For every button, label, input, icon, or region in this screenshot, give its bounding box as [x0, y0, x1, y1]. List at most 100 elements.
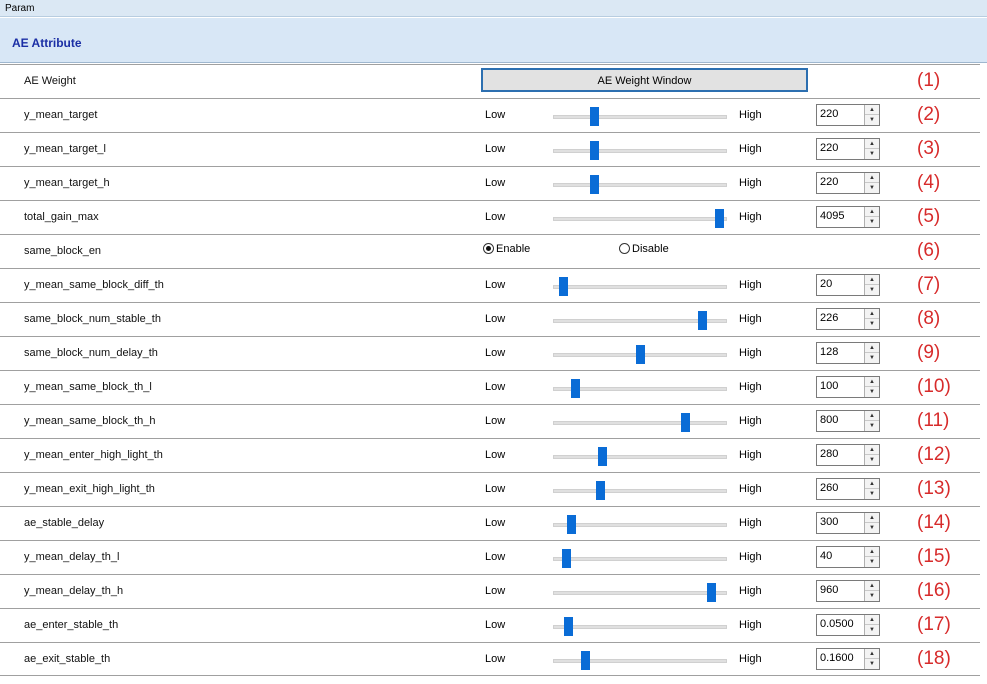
value-input[interactable] [817, 515, 863, 529]
spin-down-icon[interactable]: ▼ [865, 319, 879, 329]
spin-buttons[interactable]: ▲ ▼ [864, 309, 879, 329]
value-spinbox[interactable]: ▲▼ [816, 342, 880, 364]
spin-down-icon[interactable]: ▼ [865, 387, 879, 397]
value-input[interactable] [817, 447, 863, 461]
spin-up-icon[interactable]: ▲ [865, 309, 879, 319]
slider-thumb[interactable] [681, 413, 690, 432]
slider-track[interactable] [553, 583, 727, 602]
spin-buttons[interactable]: ▲ ▼ [864, 105, 879, 125]
spin-down-icon[interactable]: ▼ [865, 149, 879, 159]
enable-radio[interactable]: Enable [483, 243, 530, 255]
value-spinbox[interactable]: ▲▼ [816, 138, 880, 160]
value-spinbox[interactable]: ▲▼ [816, 580, 880, 602]
spin-down-icon[interactable]: ▼ [865, 625, 879, 635]
value-spinbox[interactable]: ▲▼ [816, 308, 880, 330]
slider-track[interactable] [553, 107, 727, 126]
slider-thumb[interactable] [598, 447, 607, 466]
spin-buttons[interactable]: ▲ ▼ [864, 479, 879, 499]
slider-track[interactable] [553, 651, 727, 670]
value-input[interactable] [817, 617, 863, 631]
spin-buttons[interactable]: ▲ ▼ [864, 377, 879, 397]
spin-up-icon[interactable]: ▲ [865, 547, 879, 557]
spin-up-icon[interactable]: ▲ [865, 173, 879, 183]
slider-thumb[interactable] [590, 141, 599, 160]
spin-buttons[interactable]: ▲ ▼ [864, 411, 879, 431]
slider-track[interactable] [553, 209, 727, 228]
value-input[interactable] [817, 379, 863, 393]
spin-up-icon[interactable]: ▲ [865, 105, 879, 115]
spin-down-icon[interactable]: ▼ [865, 353, 879, 363]
value-spinbox[interactable]: ▲▼ [816, 410, 880, 432]
slider-track[interactable] [553, 447, 727, 466]
spin-buttons[interactable]: ▲ ▼ [864, 173, 879, 193]
slider-track[interactable] [553, 141, 727, 160]
slider-track[interactable] [553, 379, 727, 398]
slider-track[interactable] [553, 277, 727, 296]
spin-up-icon[interactable]: ▲ [865, 139, 879, 149]
slider-track[interactable] [553, 481, 727, 500]
slider-thumb[interactable] [564, 617, 573, 636]
value-spinbox[interactable]: ▲▼ [816, 614, 880, 636]
spin-down-icon[interactable]: ▼ [865, 183, 879, 193]
value-spinbox[interactable]: ▲▼ [816, 546, 880, 568]
spin-up-icon[interactable]: ▲ [865, 445, 879, 455]
spin-up-icon[interactable]: ▲ [865, 513, 879, 523]
value-input[interactable] [817, 413, 863, 427]
slider-track[interactable] [553, 549, 727, 568]
spin-buttons[interactable]: ▲ ▼ [864, 343, 879, 363]
spin-up-icon[interactable]: ▲ [865, 377, 879, 387]
spin-buttons[interactable]: ▲ ▼ [864, 513, 879, 533]
slider-thumb[interactable] [698, 311, 707, 330]
spin-buttons[interactable]: ▲ ▼ [864, 275, 879, 295]
spin-up-icon[interactable]: ▲ [865, 479, 879, 489]
slider-thumb[interactable] [571, 379, 580, 398]
spin-down-icon[interactable]: ▼ [865, 523, 879, 533]
value-input[interactable] [817, 345, 863, 359]
spin-buttons[interactable]: ▲ ▼ [864, 581, 879, 601]
value-input[interactable] [817, 583, 863, 597]
value-input[interactable] [817, 481, 863, 495]
slider-thumb[interactable] [707, 583, 716, 602]
value-spinbox[interactable]: ▲▼ [816, 444, 880, 466]
spin-down-icon[interactable]: ▼ [865, 557, 879, 567]
section-header-ae-attribute[interactable]: AE Attribute [0, 18, 987, 63]
radio-selected-icon[interactable] [483, 243, 494, 254]
slider-track[interactable] [553, 617, 727, 636]
slider-thumb[interactable] [715, 209, 724, 228]
disable-radio[interactable]: Disable [619, 243, 669, 255]
spin-up-icon[interactable]: ▲ [865, 615, 879, 625]
slider-thumb[interactable] [590, 175, 599, 194]
slider-thumb[interactable] [636, 345, 645, 364]
slider-thumb[interactable] [567, 515, 576, 534]
spin-up-icon[interactable]: ▲ [865, 207, 879, 217]
spin-down-icon[interactable]: ▼ [865, 591, 879, 601]
value-spinbox[interactable]: ▲▼ [816, 206, 880, 228]
spin-up-icon[interactable]: ▲ [865, 343, 879, 353]
spin-buttons[interactable]: ▲ ▼ [864, 445, 879, 465]
spin-buttons[interactable]: ▲ ▼ [864, 615, 879, 635]
slider-track[interactable] [553, 345, 727, 364]
radio-unselected-icon[interactable] [619, 243, 630, 254]
value-input[interactable] [817, 175, 863, 189]
slider-track[interactable] [553, 413, 727, 432]
slider-thumb[interactable] [562, 549, 571, 568]
value-input[interactable] [817, 311, 863, 325]
value-spinbox[interactable]: ▲▼ [816, 648, 880, 670]
value-spinbox[interactable]: ▲▼ [816, 512, 880, 534]
spin-buttons[interactable]: ▲ ▼ [864, 207, 879, 227]
spin-up-icon[interactable]: ▲ [865, 581, 879, 591]
value-spinbox[interactable]: ▲▼ [816, 478, 880, 500]
spin-up-icon[interactable]: ▲ [865, 411, 879, 421]
value-input[interactable] [817, 549, 863, 563]
value-spinbox[interactable]: ▲▼ [816, 104, 880, 126]
spin-down-icon[interactable]: ▼ [865, 217, 879, 227]
slider-thumb[interactable] [596, 481, 605, 500]
spin-up-icon[interactable]: ▲ [865, 275, 879, 285]
spin-buttons[interactable]: ▲ ▼ [864, 547, 879, 567]
value-input[interactable] [817, 651, 863, 665]
slider-track[interactable] [553, 311, 727, 330]
spin-buttons[interactable]: ▲ ▼ [864, 139, 879, 159]
value-input[interactable] [817, 141, 863, 155]
spin-down-icon[interactable]: ▼ [865, 421, 879, 431]
spin-down-icon[interactable]: ▼ [865, 455, 879, 465]
